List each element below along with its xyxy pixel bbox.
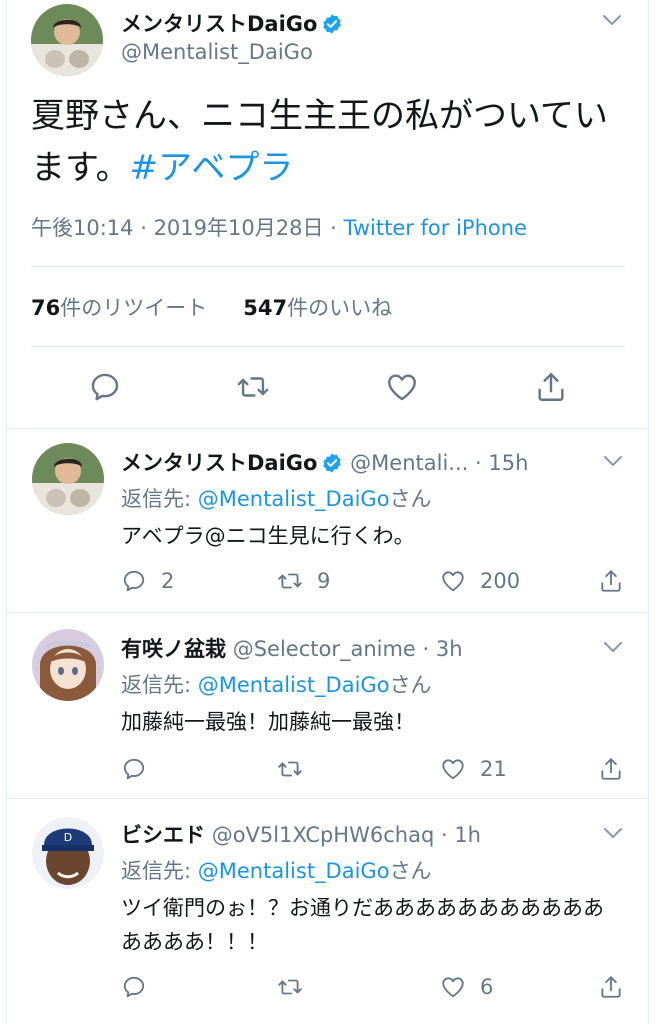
replying-to-label: 返信先: [121, 859, 198, 883]
reply-text: アベプラ@ニコ生見に行くわ。 [121, 524, 415, 548]
verified-icon [321, 452, 343, 474]
tweet-text: 夏野さん、ニコ生主王の私がついています。#アベプラ [31, 90, 621, 194]
retweet-action[interactable] [277, 754, 317, 784]
tweet-client-link[interactable]: Twitter for iPhone [343, 216, 527, 240]
retweet-icon [277, 568, 303, 594]
retweets-stat[interactable]: 76件のリツイート [31, 296, 207, 320]
replying-to-label: 返信先: [121, 487, 198, 511]
reply-text: ツイ衛門のぉ！？お通りだあああああああああああああああ！！！ [121, 896, 604, 954]
likes-count: 547 [243, 296, 288, 320]
reply-header: 有咲ノ盆栽 @Selector_anime · 3h [121, 633, 463, 663]
reply-icon [121, 568, 147, 594]
reply-author-handle[interactable]: @oV5l1XCpHW6chaq [212, 823, 435, 847]
reply-avatar[interactable] [32, 629, 104, 701]
reply-text: 加藤純一最強！加藤純一最強！ [121, 710, 415, 734]
like-count: 6 [480, 975, 494, 999]
like-icon[interactable] [385, 370, 419, 404]
divider [31, 346, 625, 347]
retweets-label: 件のリツイート [60, 296, 208, 320]
replying-to: 返信先: @Mentalist_DaiGoさん [121, 855, 432, 885]
reply-avatar[interactable]: D [32, 817, 104, 889]
replying-to-suffix: さん [389, 673, 432, 697]
tweet-time: 午後10:14 [31, 216, 134, 240]
like-icon [440, 568, 466, 594]
chevron-down-icon[interactable] [602, 639, 624, 655]
reply-time: · 1h [440, 823, 481, 847]
reply-time: · 3h [422, 637, 463, 661]
replying-to: 返信先: @Mentalist_DaiGoさん [121, 669, 432, 699]
replying-to-suffix: さん [389, 487, 432, 511]
like-action[interactable]: 200 [440, 566, 520, 596]
replying-to: 返信先: @Mentalist_DaiGoさん [121, 483, 432, 513]
like-action[interactable]: 21 [440, 754, 507, 784]
replying-to-handle[interactable]: @Mentalist_DaiGo [198, 859, 390, 883]
tweet-stats: 76件のリツイート 547件のいいね [31, 292, 392, 322]
reply-author-name[interactable]: メンタリストDaiGo [121, 451, 317, 475]
divider [31, 266, 625, 267]
share-icon[interactable] [534, 370, 568, 404]
retweet-action[interactable]: 9 [277, 566, 330, 596]
reply-action[interactable]: 2 [121, 566, 174, 596]
reply-avatar[interactable] [32, 443, 104, 515]
like-action[interactable]: 6 [440, 972, 493, 1002]
likes-label: 件のいいね [287, 296, 393, 320]
share-action[interactable] [598, 972, 638, 1002]
reply-icon[interactable] [88, 370, 122, 404]
svg-text:D: D [64, 831, 72, 844]
reply-author-handle[interactable]: @Mentali... [350, 451, 468, 475]
retweet-action[interactable] [277, 972, 317, 1002]
retweet-icon [277, 756, 303, 782]
reply-count: 2 [161, 569, 175, 593]
retweet-count: 9 [317, 569, 331, 593]
reply-author-name[interactable]: ビシエド [121, 823, 205, 847]
retweet-icon [277, 974, 303, 1000]
reply-action[interactable] [121, 754, 161, 784]
like-icon [440, 974, 466, 1000]
like-icon [440, 756, 466, 782]
author-avatar[interactable] [31, 4, 103, 76]
likes-stat[interactable]: 547件のいいね [243, 296, 392, 320]
author-name-text: メンタリストDaiGo [121, 12, 318, 36]
retweet-icon[interactable] [236, 370, 270, 404]
like-count: 21 [480, 757, 507, 781]
replying-to-label: 返信先: [121, 673, 198, 697]
reply-author-handle[interactable]: @Selector_anime [233, 637, 416, 661]
share-icon [598, 756, 624, 782]
tweet-text-body: 夏野さん、ニコ生主王の私がついています。 [31, 96, 608, 188]
reply-icon [121, 756, 147, 782]
chevron-down-icon[interactable] [602, 825, 624, 841]
reply-header: メンタリストDaiGo @Mentali... · 15h [121, 447, 528, 477]
chevron-down-icon[interactable] [601, 12, 623, 28]
reply-tweet[interactable]: D ビシエド @oV5l1XCpHW6chaq · 1h 返信先: @Menta… [7, 798, 648, 1025]
share-action[interactable] [598, 566, 638, 596]
reply-time: · 15h [475, 451, 529, 475]
replying-to-handle[interactable]: @Mentalist_DaiGo [198, 487, 390, 511]
reply-author-name[interactable]: 有咲ノ盆栽 [121, 637, 226, 661]
reply-tweet[interactable]: 有咲ノ盆栽 @Selector_anime · 3h 返信先: @Mentali… [7, 612, 648, 799]
like-count: 200 [480, 569, 521, 593]
share-icon [598, 974, 624, 1000]
reply-action[interactable] [121, 972, 161, 1002]
verified-icon [321, 13, 343, 35]
reply-icon [121, 974, 147, 1000]
author-name[interactable]: メンタリストDaiGo [121, 8, 343, 38]
share-action[interactable] [598, 754, 638, 784]
meta-separator: · [133, 216, 154, 240]
author-handle[interactable]: @Mentalist_DaiGo [121, 40, 313, 64]
reply-header: ビシエド @oV5l1XCpHW6chaq · 1h [121, 819, 481, 849]
tweet-date: 2019年10月28日 [153, 216, 324, 240]
tweet-meta: 午後10:14 · 2019年10月28日 · Twitter for iPho… [31, 212, 527, 242]
reply-tweet[interactable]: メンタリストDaiGo @Mentali... · 15h 返信先: @Ment… [7, 428, 648, 613]
replying-to-handle[interactable]: @Mentalist_DaiGo [198, 673, 390, 697]
main-tweet: メンタリストDaiGo @Mentalist_DaiGo 夏野さん、ニコ生主王の… [0, 0, 655, 428]
chevron-down-icon[interactable] [602, 453, 624, 469]
share-icon [598, 568, 624, 594]
hashtag-link[interactable]: #アベプラ [130, 148, 294, 188]
retweets-count: 76 [31, 296, 61, 320]
meta-separator-2: · [323, 216, 344, 240]
replying-to-suffix: さん [389, 859, 432, 883]
